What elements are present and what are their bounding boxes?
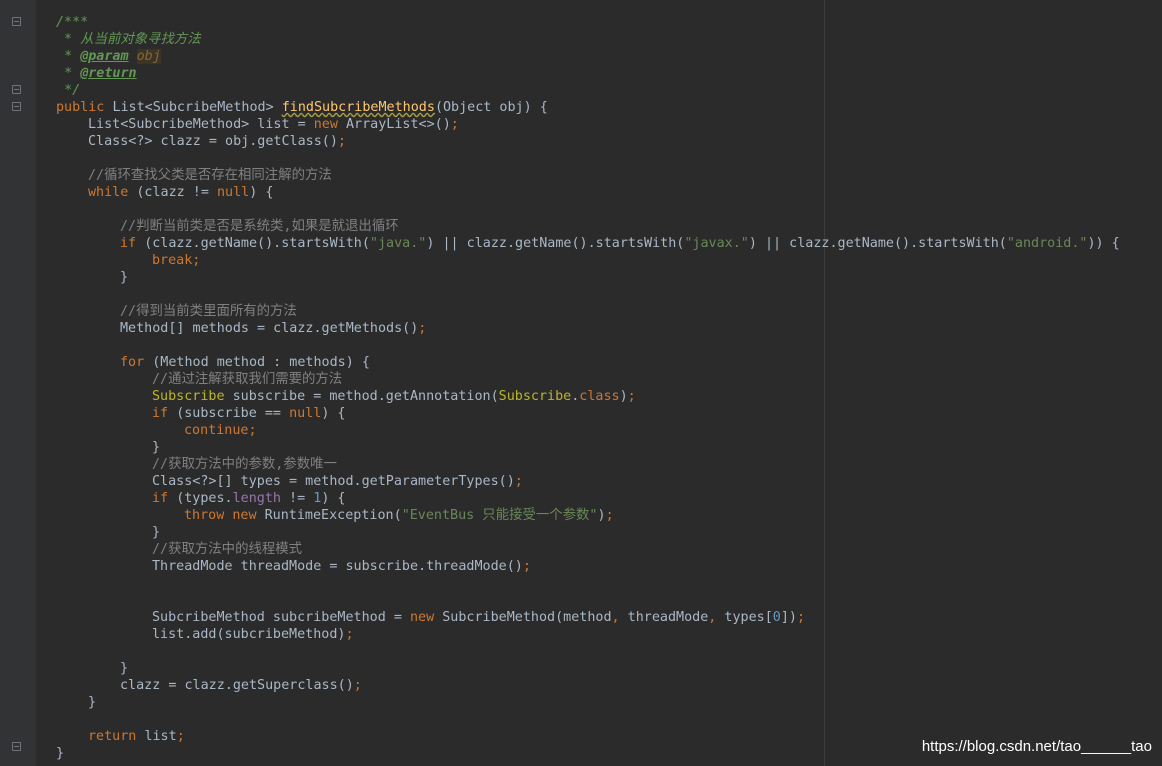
code-line: Class<?> clazz = obj.getClass(); (88, 134, 346, 149)
code-line: throw new RuntimeException("EventBus 只能接… (184, 508, 614, 523)
code-line: if (types.length != 1) { (152, 491, 346, 506)
code-line: } (56, 746, 65, 761)
code-line: */ (64, 83, 81, 98)
code-line: //获取方法中的线程模式 (152, 542, 303, 557)
code-line: clazz = clazz.getSuperclass(); (120, 678, 362, 693)
code-line: for (Method method : methods) { (120, 355, 370, 370)
code-line: public List<SubcribeMethod> findSubcribe… (56, 100, 548, 115)
code-line: //判断当前类是否是系统类,如果是就退出循环 (120, 219, 399, 234)
code-line: } (120, 661, 129, 676)
code-line: * @param obj (64, 49, 161, 64)
code-line: Method[] methods = clazz.getMethods(); (120, 321, 427, 336)
code-line: } (120, 270, 129, 285)
watermark: https://blog.csdn.net/tao______tao (921, 738, 1152, 755)
code-line: * 从当前对象寻找方法 (56, 32, 201, 47)
code-line: break; (152, 253, 201, 268)
code-line: //获取方法中的参数,参数唯一 (152, 457, 337, 472)
code-line: Class<?>[] types = method.getParameterTy… (152, 474, 523, 489)
code-line: * @return (64, 66, 137, 81)
code-line: } (152, 440, 161, 455)
code-line: /*** (56, 15, 89, 30)
code-line: //循环查找父类是否存在相同注解的方法 (88, 168, 332, 183)
code-line: } (152, 525, 161, 540)
code-line: } (88, 695, 97, 710)
code-line: Subscribe subscribe = method.getAnnotati… (152, 389, 636, 404)
code-line: List<SubcribeMethod> list = new ArrayLis… (88, 117, 459, 132)
code-line: return list; (88, 729, 185, 744)
code-line: if (subscribe == null) { (152, 406, 346, 421)
code-line: ThreadMode threadMode = subscribe.thread… (152, 559, 531, 574)
code-line: //得到当前类里面所有的方法 (120, 304, 297, 319)
code-line: if (clazz.getName().startsWith("java.") … (120, 236, 1120, 251)
code-line: list.add(subcribeMethod); (152, 627, 354, 642)
code-line: while (clazz != null) { (88, 185, 274, 200)
code-line: //通过注解获取我们需要的方法 (152, 372, 343, 387)
code-line: continue; (184, 423, 257, 438)
code-editor[interactable]: /*** * 从当前对象寻找方法 * @param obj * @return … (0, 0, 1162, 766)
code-line: SubcribeMethod subcribeMethod = new Subc… (152, 610, 806, 625)
